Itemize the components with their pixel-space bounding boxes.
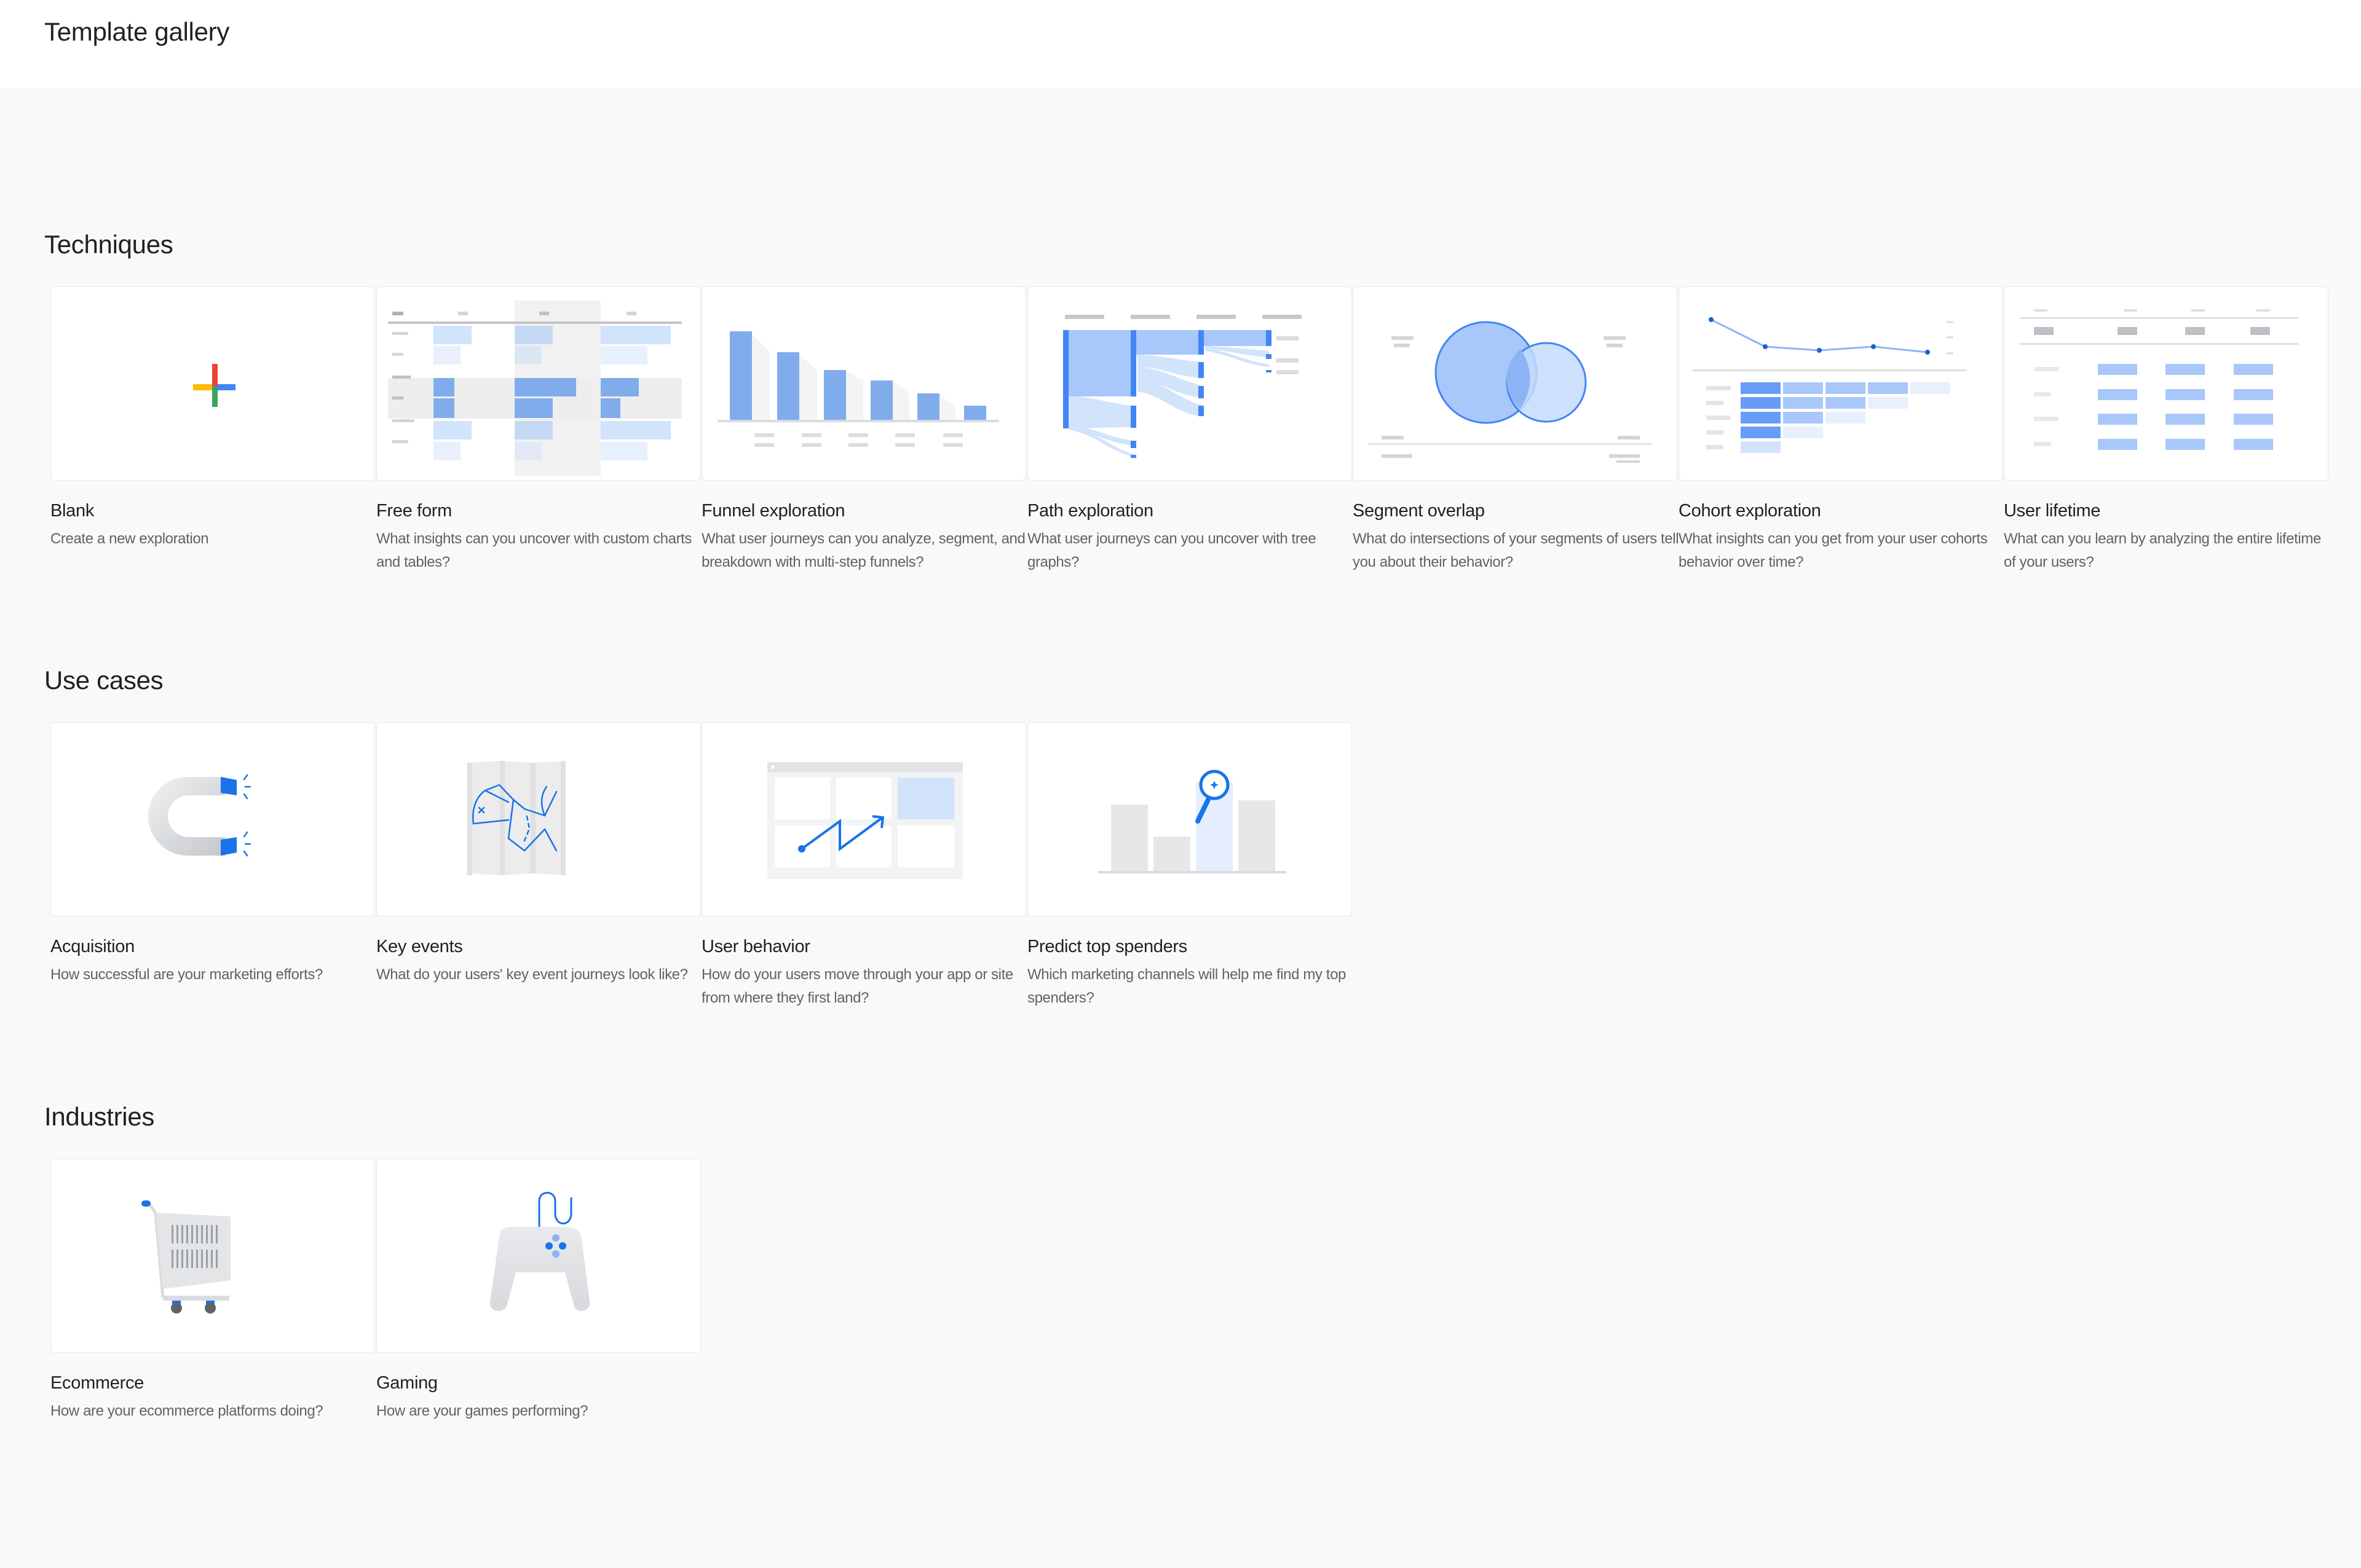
section-title-techniques: Techniques (44, 230, 173, 259)
cohort-grid-illustration (1693, 317, 1967, 453)
card-thumbnail (50, 286, 375, 481)
card-description: What user journeys can you analyze, segm… (702, 530, 1026, 570)
card-description: What do intersections of your segments o… (1353, 530, 1679, 570)
path-tree-illustration (1063, 315, 1302, 458)
card-title: User behavior (702, 937, 810, 956)
card-description: How successful are your marketing effort… (50, 966, 323, 983)
section-title-use-cases: Use cases (44, 666, 164, 695)
funnel-bars-illustration (718, 331, 999, 447)
card-description: How are your ecommerce platforms doing? (50, 1403, 323, 1419)
card-description: How are your games performing? (376, 1403, 588, 1419)
card-title: Path exploration (1027, 501, 1153, 521)
card-title: Predict top spenders (1027, 937, 1187, 956)
section-title-industries: Industries (44, 1102, 155, 1131)
card-title: Ecommerce (50, 1373, 144, 1393)
card-description: What can you learn by analyzing the enti… (2004, 530, 2321, 570)
card-thumbnail (376, 1159, 701, 1353)
card-thumbnail (2004, 286, 2328, 481)
card-thumbnail (50, 722, 375, 916)
card-title: Blank (50, 501, 95, 521)
card-thumbnail (376, 722, 701, 916)
card-description: What insights can you uncover with custo… (376, 530, 692, 570)
lifetime-table-illustration (2019, 309, 2298, 450)
card-title: Gaming (376, 1373, 438, 1393)
magnet-icon (148, 774, 251, 857)
card-description: Which marketing channels will help me fi… (1027, 966, 1346, 1006)
card-title: Key events (376, 937, 463, 956)
card-thumbnail (376, 286, 701, 481)
card-title: Acquisition (50, 937, 135, 956)
card-title: User lifetime (2004, 501, 2101, 521)
card-thumbnail (1353, 286, 1677, 481)
venn-diagram-illustration (1368, 321, 1652, 463)
card-title: Segment overlap (1353, 501, 1485, 521)
multicolor-plus-icon (193, 364, 235, 407)
card-title: Cohort exploration (1679, 501, 1821, 521)
page-title: Template gallery (44, 17, 230, 46)
magnifier-bars-icon (1098, 770, 1286, 873)
card-thumbnail (702, 286, 1026, 481)
zigzag-arrow-icon (767, 762, 963, 879)
card-description: What user journeys can you uncover with … (1027, 530, 1316, 570)
card-description: What do your users' key event journeys l… (376, 966, 688, 983)
card-title: Free form (376, 501, 452, 521)
card-thumbnail (50, 1159, 375, 1353)
card-thumbnail (1027, 286, 1352, 481)
card-description: How do your users move through your app … (702, 966, 1013, 1006)
card-description: Create a new exploration (50, 530, 209, 547)
card-thumbnail (1679, 286, 2003, 481)
card-thumbnail (1027, 722, 1352, 916)
map-icon (467, 761, 566, 875)
card-title: Funnel exploration (702, 501, 845, 521)
shopping-cart-icon (141, 1200, 231, 1314)
game-controller-icon (489, 1192, 590, 1311)
card-description: What insights can you get from your user… (1679, 530, 1988, 570)
card-thumbnail (702, 722, 1026, 916)
header-bar: Template gallery (0, 0, 2361, 89)
freeform-table-illustration (388, 301, 682, 476)
